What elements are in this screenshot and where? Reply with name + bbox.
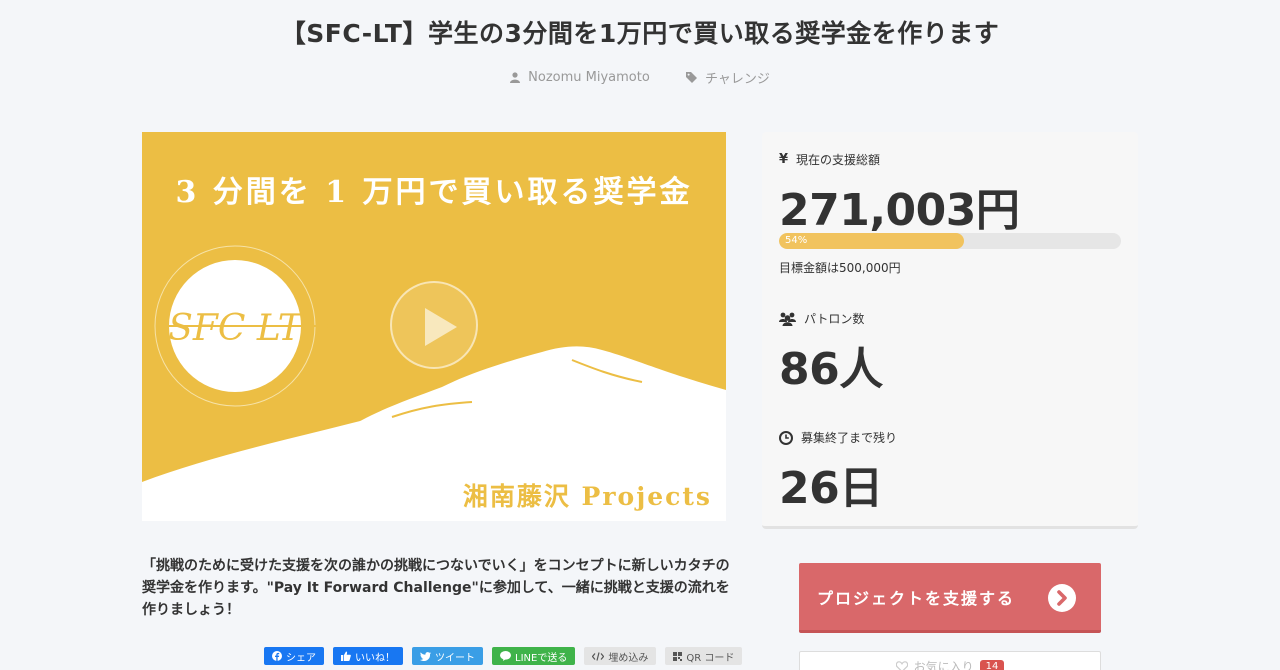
twitter-share-button[interactable]: ツイート — [412, 647, 483, 665]
video-headline: 3 分間を 1 万円で買い取る奨学金 — [175, 175, 692, 210]
qr-code-label: QR コード — [686, 652, 735, 664]
facebook-share-label: シェア — [286, 652, 316, 664]
twitter-icon — [420, 651, 431, 661]
facebook-icon — [272, 651, 282, 661]
facebook-like-label: いいね！ — [355, 652, 395, 664]
favorite-button[interactable]: お気に入り 14 — [799, 651, 1101, 670]
remaining-label: 募集終了まで残り — [801, 431, 898, 445]
patrons-value: 86人 — [779, 344, 883, 395]
total-amount-value: 271,003円 — [779, 185, 1020, 236]
total-amount-label: 現在の支援総額 — [796, 153, 881, 167]
embed-button[interactable]: 埋め込み — [584, 647, 657, 665]
play-icon — [425, 308, 457, 346]
total-amount-label-row: ¥ 現在の支援総額 — [779, 151, 880, 168]
line-icon — [500, 651, 511, 661]
facebook-like-button[interactable]: いいね！ — [333, 647, 403, 665]
users-icon — [779, 312, 796, 326]
user-icon — [510, 72, 521, 83]
favorite-label: お気に入り — [913, 659, 974, 670]
favorite-count-badge: 14 — [979, 659, 1005, 670]
embed-label: 埋め込み — [608, 652, 649, 664]
share-buttons: シェア いいね！ ツイート LINEで送る 埋め込み QR コード — [264, 647, 743, 665]
patrons-label-row: パトロン数 — [779, 310, 864, 327]
author-name: Nozomu Miyamoto — [528, 70, 650, 85]
goal-amount-text: 目標金額は500,000円 — [779, 261, 901, 275]
patrons-label: パトロン数 — [804, 312, 865, 326]
clock-icon — [779, 430, 793, 445]
tag-icon — [685, 72, 697, 83]
facebook-share-button[interactable]: シェア — [264, 647, 324, 665]
twitter-label: ツイート — [435, 652, 475, 664]
remaining-value: 26日 — [779, 463, 883, 514]
category-name: チャレンジ — [704, 72, 770, 87]
funding-progress-bar: 54% — [779, 233, 1121, 249]
qr-code-icon — [673, 651, 683, 661]
video-logo-text: SFC LT — [168, 308, 305, 349]
qr-code-button[interactable]: QR コード — [665, 647, 743, 665]
project-description: 「挑戦のために受けた支援を次の誰かの挑戦につないでいく」をコンセプトに新しいカタ… — [142, 558, 730, 618]
remaining-label-row: 募集終了まで残り — [779, 429, 897, 446]
support-project-button[interactable]: プロジェクトを支援する — [799, 563, 1101, 633]
project-meta: Nozomu Miyamoto チャレンジ — [0, 68, 1280, 87]
category-link[interactable]: チャレンジ — [685, 68, 770, 87]
support-project-label: プロジェクトを支援する — [817, 588, 1016, 608]
funding-progress-fill: 54% — [779, 233, 964, 249]
page-title: 【SFC-LT】学生の3分間を1万円で買い取る奨学金を作ります — [280, 19, 1000, 48]
project-video[interactable]: 3 分間を 1 万円で買い取る奨学金 SFC LT 湘南藤沢 Projects — [142, 132, 726, 521]
heart-icon — [895, 660, 908, 670]
line-label: LINEで送る — [515, 652, 568, 664]
stats-panel: ¥ 現在の支援総額 271,003円 54% 目標金額は500,000円 パトロ… — [762, 132, 1138, 529]
chevron-right-circle-icon — [1048, 584, 1076, 612]
author-link[interactable]: Nozomu Miyamoto — [510, 70, 650, 85]
yen-icon: ¥ — [779, 152, 789, 167]
video-footer-text: 湘南藤沢 Projects — [463, 482, 712, 511]
code-icon — [592, 651, 605, 661]
thumbs-up-icon — [341, 651, 351, 661]
line-share-button[interactable]: LINEで送る — [492, 647, 576, 665]
play-button[interactable] — [390, 281, 478, 369]
